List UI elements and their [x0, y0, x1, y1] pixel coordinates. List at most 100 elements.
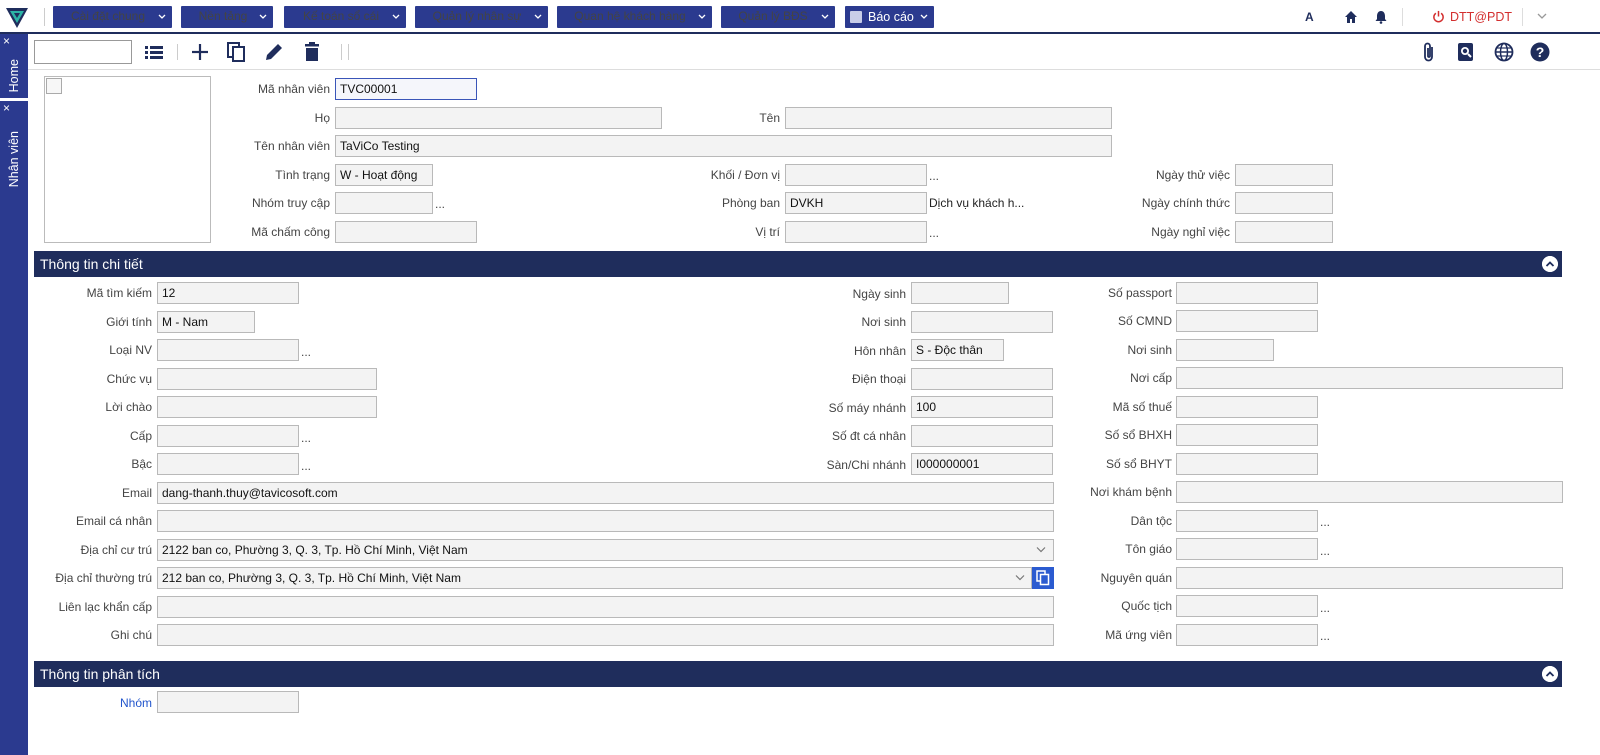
copy-icon[interactable] [225, 41, 247, 63]
employee-photo[interactable] [44, 76, 211, 243]
hon-nhan-field[interactable]: S - Độc thân [911, 339, 1004, 361]
ma-cham-cong-field[interactable] [335, 221, 477, 243]
menu-quan-ly-bds[interactable]: Quản lý BĐS [721, 6, 835, 28]
home-icon[interactable] [1344, 10, 1358, 24]
ten-field[interactable] [785, 107, 1112, 129]
vi-tri-lookup-button[interactable]: ... [929, 223, 939, 243]
dan-toc-field[interactable] [1176, 510, 1318, 532]
gioi-tinh-field[interactable]: M - Nam [157, 311, 255, 333]
nhom-truy-cap-lookup-button[interactable]: ... [435, 194, 445, 214]
tab-home[interactable]: × Home [0, 34, 28, 98]
so-bhyt-field[interactable] [1176, 453, 1318, 475]
chevron-down-icon[interactable] [1036, 546, 1046, 554]
chevron-down-icon[interactable] [1537, 13, 1547, 21]
close-icon[interactable]: × [3, 102, 10, 114]
loai-nv-lookup-button[interactable]: ... [301, 342, 311, 362]
khoi-lookup-button[interactable]: ... [929, 166, 939, 186]
label-ten-nhan-vien: Tên nhân viên [253, 139, 330, 153]
label-vi-tri: Vị trí [755, 225, 780, 239]
so-dt-ca-nhan-field[interactable] [911, 425, 1053, 447]
tinh-trang-field[interactable]: W - Hoạt động [335, 164, 433, 186]
attachment-icon[interactable] [1418, 41, 1440, 63]
quoc-tich-lookup-button[interactable]: ... [1320, 598, 1330, 618]
label-ma-nhan-vien: Mã nhân viên [257, 82, 330, 96]
add-icon[interactable] [189, 41, 211, 63]
loi-chao-field[interactable] [157, 396, 377, 418]
ton-giao-lookup-button[interactable]: ... [1320, 541, 1330, 561]
noi-cap-field[interactable] [1176, 367, 1563, 389]
tab-nhan-vien[interactable]: × Nhân viên [0, 101, 28, 193]
edit-icon[interactable] [263, 41, 285, 63]
chevron-down-icon [821, 14, 829, 19]
vi-tri-field[interactable] [785, 221, 927, 243]
label-nhom[interactable]: Nhóm [34, 693, 152, 713]
section-header-detail[interactable]: Thông tin chi tiết [34, 251, 1562, 277]
menu-nen-tang[interactable]: Nền tảng [181, 6, 273, 28]
label-so-bhyt: Số sổ BHYT [1105, 457, 1172, 471]
ma-ung-vien-field[interactable] [1176, 624, 1318, 646]
email-ca-nhan-field[interactable] [157, 510, 1054, 532]
ma-so-thue-field[interactable] [1176, 396, 1318, 418]
cap-lookup-button[interactable]: ... [301, 428, 311, 448]
ngay-chinh-thuc-field[interactable] [1235, 192, 1333, 214]
khoi-don-vi-field[interactable] [785, 164, 927, 186]
bac-lookup-button[interactable]: ... [301, 456, 311, 476]
quoc-tich-field[interactable] [1176, 595, 1318, 617]
lien-lac-khan-cap-field[interactable] [157, 596, 1054, 618]
menu-quan-ly-nhan-su[interactable]: Quản lý nhân sự [415, 6, 548, 28]
font-size-button[interactable]: A [1305, 8, 1314, 26]
nguyen-quan-field[interactable] [1176, 567, 1563, 589]
so-cmnd-field[interactable] [1176, 310, 1318, 332]
toolbar: ? [28, 34, 1600, 70]
section-header-analysis[interactable]: Thông tin phân tích [34, 661, 1562, 687]
so-passport-field[interactable] [1176, 282, 1318, 304]
nhom-field[interactable] [157, 691, 299, 713]
tavico-logo-icon[interactable] [4, 4, 30, 30]
chevron-down-icon[interactable] [1015, 574, 1025, 582]
nhom-truy-cap-field[interactable] [335, 192, 433, 214]
dia-chi-cu-tru-select[interactable]: 2122 ban co, Phường 3, Q. 3, Tp. Hồ Chí … [157, 539, 1054, 561]
copy-address-button[interactable] [1032, 567, 1054, 589]
globe-icon[interactable] [1493, 41, 1515, 63]
chuc-vu-field[interactable] [157, 368, 377, 390]
dan-toc-lookup-button[interactable]: ... [1320, 512, 1330, 532]
power-icon[interactable] [1432, 10, 1445, 23]
help-icon[interactable]: ? [1529, 41, 1551, 63]
ho-field[interactable] [335, 107, 662, 129]
ngay-nghi-viec-field[interactable] [1235, 221, 1333, 243]
dien-thoai-field[interactable] [911, 368, 1053, 390]
ngay-thu-viec-field[interactable] [1235, 164, 1333, 186]
collapse-icon[interactable] [1542, 666, 1558, 682]
cap-field[interactable] [157, 425, 299, 447]
menu-bao-cao[interactable]: Báo cáo [845, 6, 934, 28]
preview-search-icon[interactable] [1455, 41, 1477, 63]
notification-bell-icon[interactable] [1374, 10, 1388, 24]
menu-quan-he-khach-hang[interactable]: Quan hệ khách hàng [557, 6, 712, 28]
record-search-input[interactable] [34, 40, 132, 64]
noi-kham-benh-field[interactable] [1176, 481, 1563, 503]
menu-ke-toan-so-cai[interactable]: Kế toán sổ cái [284, 6, 406, 28]
dia-chi-thuong-tru-select[interactable]: 212 ban co, Phường 3, Q. 3, Tp. Hồ Chí M… [157, 567, 1032, 589]
loai-nv-field[interactable] [157, 339, 299, 361]
ngay-sinh-field[interactable] [911, 282, 1009, 304]
user-name[interactable]: DTT@PDT [1450, 8, 1512, 26]
ma-tim-kiem-field[interactable]: 12 [157, 282, 299, 304]
so-may-nhanh-field[interactable]: 100 [911, 396, 1053, 418]
ton-giao-field[interactable] [1176, 538, 1318, 560]
bac-field[interactable] [157, 453, 299, 475]
delete-icon[interactable] [301, 41, 323, 63]
so-bhxh-field[interactable] [1176, 424, 1318, 446]
close-icon[interactable]: × [3, 35, 10, 47]
san-chi-nhanh-field[interactable]: I000000001 [911, 453, 1053, 475]
ma-ung-vien-lookup-button[interactable]: ... [1320, 626, 1330, 646]
noi-sinh-field[interactable] [911, 311, 1053, 333]
list-icon[interactable] [143, 41, 165, 63]
phong-ban-field[interactable]: DVKH [785, 192, 927, 214]
noi-sinh-2-field[interactable] [1176, 339, 1274, 361]
ghi-chu-field[interactable] [157, 624, 1054, 646]
ten-nhan-vien-field[interactable]: TaViCo Testing [335, 135, 1112, 157]
ma-nhan-vien-field[interactable]: TVC00001 [335, 78, 477, 100]
collapse-icon[interactable] [1542, 256, 1558, 272]
menu-cai-dat-chung[interactable]: Cài đặt chung [53, 6, 172, 28]
email-field[interactable]: dang-thanh.thuy@tavicosoft.com [157, 482, 1054, 504]
